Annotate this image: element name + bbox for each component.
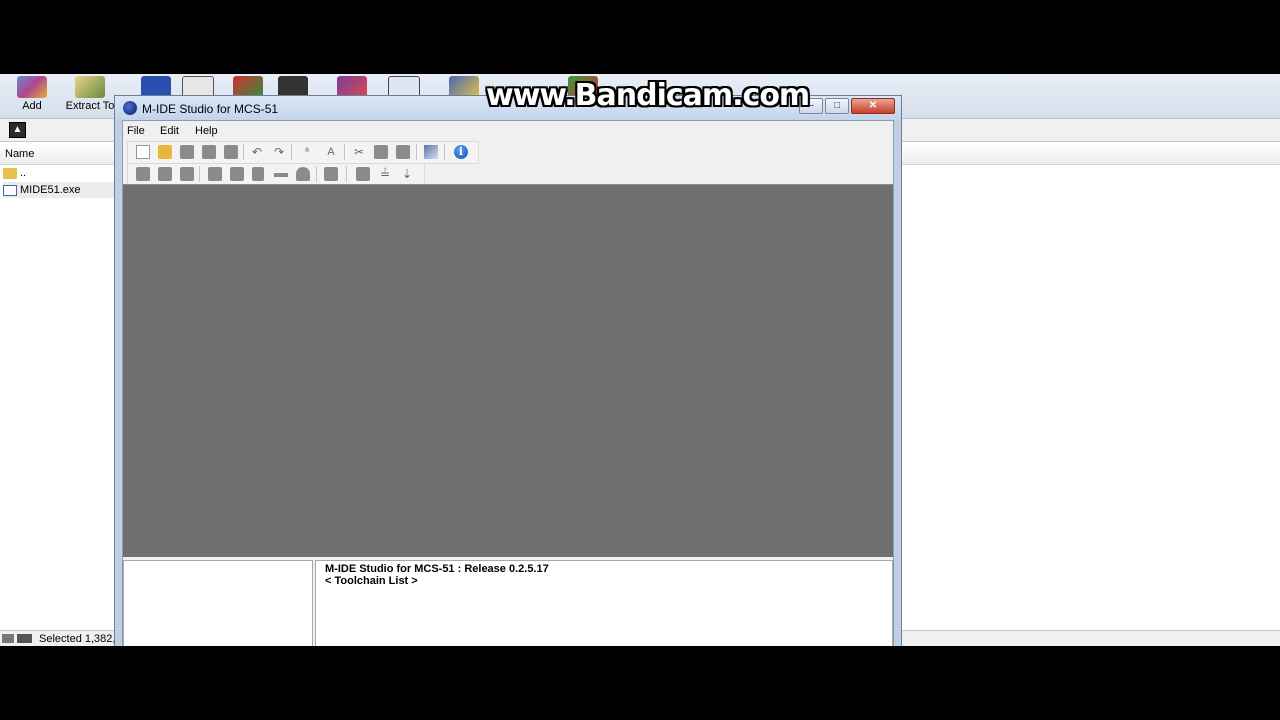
toolbar-separator (344, 144, 345, 160)
drive-icon (2, 634, 32, 643)
step-over-icon[interactable] (274, 173, 288, 177)
open-folder-icon[interactable] (158, 145, 172, 159)
toolbar-separator (444, 144, 445, 160)
window-title: M-IDE Studio for MCS-51 (142, 102, 279, 116)
file-name: .. (20, 167, 27, 179)
bandicam-watermark: www.Bandicam.com (486, 78, 810, 113)
breakpoint-icon[interactable] (324, 167, 338, 181)
options-icon[interactable] (424, 145, 438, 159)
output-pane[interactable]: M-IDE Studio for MCS-51 : Release 0.2.5.… (315, 560, 893, 648)
menu-file[interactable]: File (127, 125, 145, 137)
new-file-icon[interactable] (136, 145, 150, 159)
bookmark-icon[interactable] (356, 167, 370, 181)
replace-icon[interactable]: A (324, 145, 338, 159)
video-letterbox-bottom (0, 646, 1280, 720)
close-icon: ✕ (868, 100, 878, 111)
build-icon[interactable] (158, 167, 172, 181)
video-letterbox-top (0, 0, 1280, 74)
menu-help[interactable]: Help (195, 125, 218, 137)
close-file-icon[interactable] (224, 145, 238, 159)
output-line: M-IDE Studio for MCS-51 : Release 0.2.5.… (325, 563, 549, 575)
menu-bar: File Edit Help (123, 121, 893, 140)
app-logo-icon (123, 101, 137, 115)
copy-icon[interactable] (374, 145, 388, 159)
close-button[interactable]: ✕ (851, 98, 895, 114)
folder-up-icon (3, 167, 17, 179)
output-line: < Toolchain List > (325, 575, 418, 587)
project-tree-pane[interactable] (123, 560, 313, 648)
toolbar-separator (316, 166, 317, 182)
toolbar-separator (346, 166, 347, 182)
pause-icon[interactable] (252, 167, 264, 181)
mide-window: M-IDE Studio for MCS-51 – □ ✕ File Edit … (114, 95, 902, 648)
main-toolbar: ↶ ↷ ᵃ A ✂ i (127, 141, 479, 164)
menu-edit[interactable]: Edit (160, 125, 179, 137)
maximize-icon: □ (833, 100, 841, 111)
list-item[interactable]: .. (3, 165, 26, 181)
rebuild-icon[interactable] (180, 167, 194, 181)
editor-workspace[interactable] (123, 184, 893, 557)
build-toolbar: ≟ ⇣ (127, 163, 425, 186)
step-into-icon[interactable] (296, 167, 310, 181)
extract-to-icon (75, 76, 105, 98)
redo-icon[interactable]: ↷ (272, 145, 286, 159)
about-info-icon[interactable]: i (454, 145, 468, 159)
compile-icon[interactable] (136, 167, 150, 181)
run-icon[interactable] (208, 167, 222, 181)
save-icon[interactable] (180, 145, 194, 159)
list-item[interactable]: MIDE51.exe (3, 182, 114, 198)
cut-icon[interactable]: ✂ (352, 145, 366, 159)
column-name-header[interactable]: Name (5, 148, 34, 160)
status-text: Selected 1,382, (39, 633, 116, 645)
maximize-button[interactable]: □ (825, 98, 849, 114)
toolbar-separator (199, 166, 200, 182)
client-area: File Edit Help ↶ ↷ ᵃ A ✂ i ≟ ⇣ M-IDE Stu… (122, 120, 894, 648)
toolbar-separator (416, 144, 417, 160)
find-icon[interactable]: ᵃ (300, 145, 314, 159)
add-archive-icon (17, 76, 47, 98)
add-button[interactable]: Add (4, 74, 60, 118)
save-all-icon[interactable] (202, 145, 216, 159)
step-down-icon[interactable]: ≟ (378, 167, 392, 181)
toolbar-separator (243, 144, 244, 160)
exe-file-icon (3, 184, 17, 196)
up-folder-button[interactable]: ▲ (9, 122, 26, 138)
file-name: MIDE51.exe (20, 184, 81, 196)
paste-icon[interactable] (396, 145, 410, 159)
stop-icon[interactable] (230, 167, 244, 181)
undo-icon[interactable]: ↶ (250, 145, 264, 159)
extract-to-button[interactable]: Extract To (60, 74, 120, 118)
arrow-up-icon: ▲ (12, 124, 23, 135)
step-out-icon[interactable]: ⇣ (400, 167, 414, 181)
toolbar-separator (291, 144, 292, 160)
